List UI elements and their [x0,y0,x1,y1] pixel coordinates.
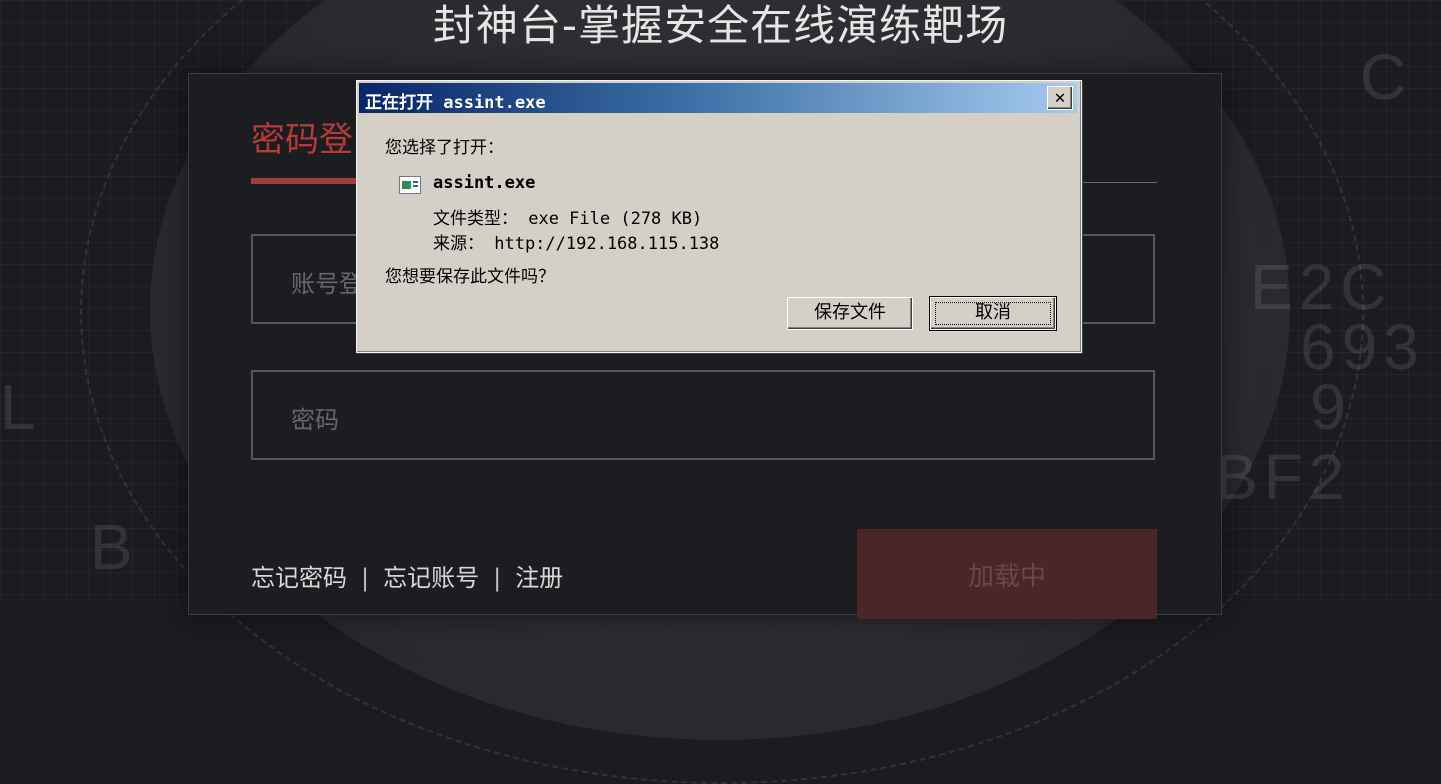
background-decor-text: L [0,371,42,443]
background-decor-text: B [90,511,139,583]
file-download-dialog: 正在打开 assint.exe ✕ 您选择了打开： assint.exe 文件类… [356,80,1082,353]
password-field[interactable]: 密码 [251,370,1155,460]
active-tab-underline [251,178,371,184]
close-icon[interactable]: ✕ [1047,86,1073,110]
dialog-titlebar[interactable]: 正在打开 assint.exe ✕ [359,83,1077,113]
file-type: 文件类型： exe File (278 KB) [433,209,703,229]
save-file-button[interactable]: 保存文件 [787,297,913,330]
dialog-prompt: 您选择了打开： [385,138,504,158]
account-links: 忘记密码 | 忘记账号 | 注册 [251,558,563,593]
register-link[interactable]: 注册 [515,558,563,593]
dialog-title: 正在打开 assint.exe [365,93,546,113]
forgot-account-link[interactable]: 忘记账号 [383,558,479,593]
link-separator: | [493,564,502,592]
save-question: 您想要保存此文件吗？ [385,267,555,287]
file-source: 来源： http://192.168.115.138 [433,234,720,254]
account-placeholder: 账号登 [291,270,363,298]
login-loading-button[interactable]: 加载中 [857,529,1157,619]
cancel-button[interactable]: 取消 [929,296,1057,331]
tab-password-login[interactable]: 密码登 [251,112,353,161]
focus-rect [935,302,1051,325]
exe-file-icon [399,176,421,194]
forgot-password-link[interactable]: 忘记密码 [251,558,347,593]
file-name: assint.exe [433,173,536,193]
background-decor-text: BF2 [1215,441,1351,513]
page-title: 封神台-掌握安全在线演练靶场 [432,1,1009,50]
background-decor-text: 9 [1310,371,1352,443]
link-separator: | [361,564,370,592]
password-placeholder: 密码 [291,406,339,434]
